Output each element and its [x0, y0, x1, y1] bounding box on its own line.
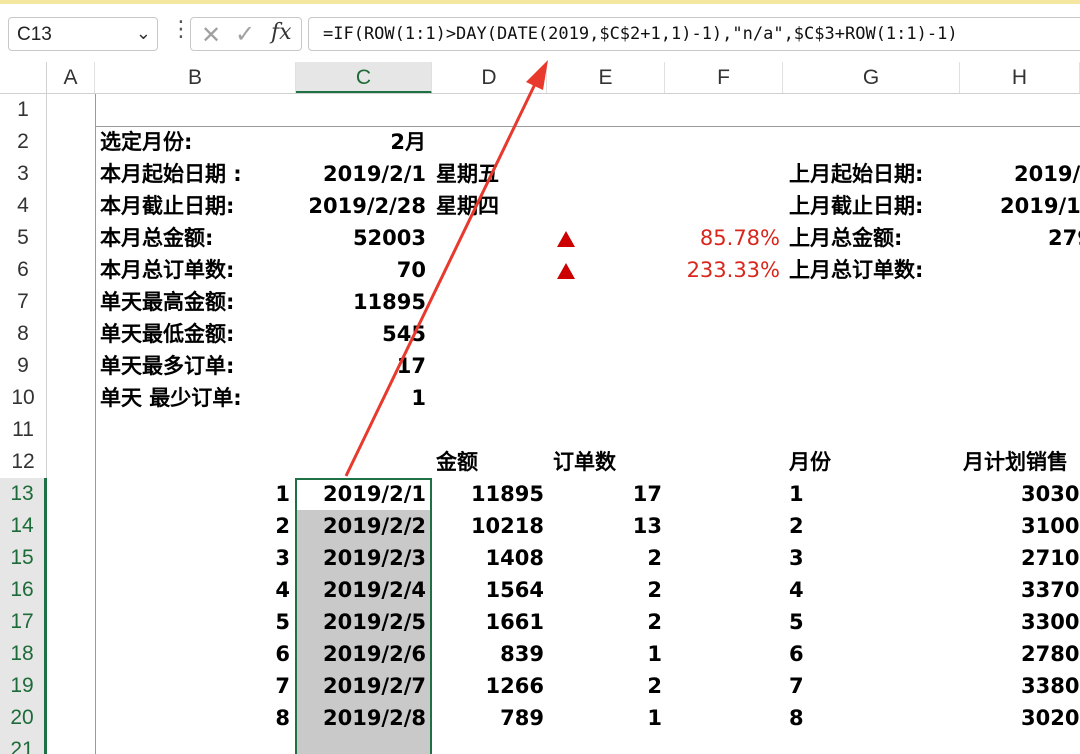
- annotation-arrow: [344, 60, 548, 477]
- arrow-head: [526, 60, 548, 90]
- arrow-line: [344, 81, 538, 477]
